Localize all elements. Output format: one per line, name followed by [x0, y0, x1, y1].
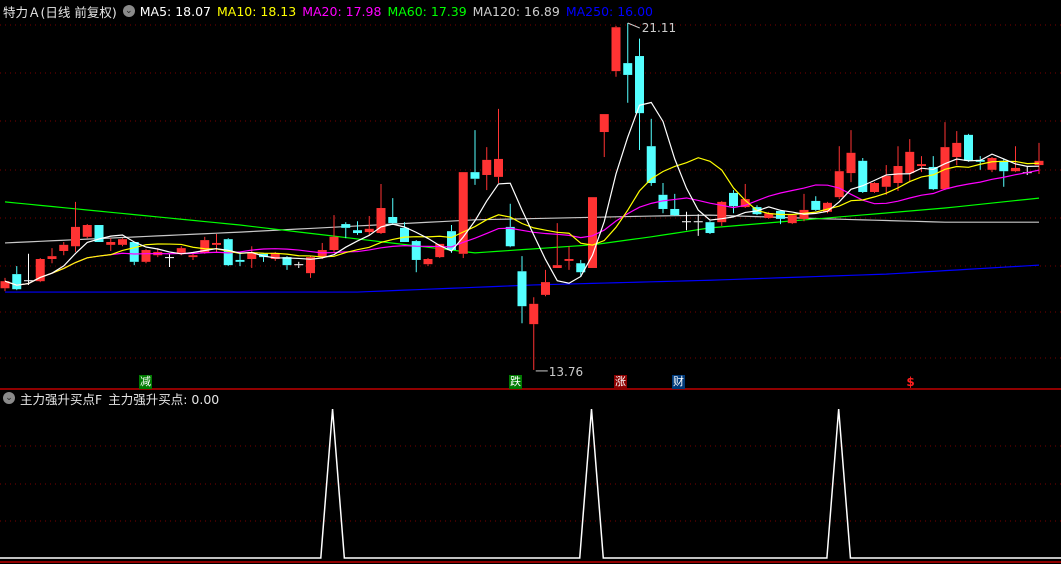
candle-up [987, 157, 997, 170]
candle-up [59, 244, 69, 251]
marker-zhang[interactable]: 涨 [614, 375, 627, 389]
ma-label-250: MA250: 16.00 [565, 3, 653, 19]
candle-down [470, 172, 480, 179]
candle-up [482, 159, 492, 175]
candle-down [388, 216, 398, 224]
candle-up [1011, 167, 1020, 172]
candle-down [729, 192, 738, 207]
candle-up [176, 248, 186, 253]
candle-up [329, 236, 339, 251]
candle-up [846, 152, 856, 174]
candle-down [705, 222, 715, 234]
indicator-name[interactable]: 主力强升买点F [20, 389, 102, 408]
candle-down [693, 221, 703, 223]
indicator-value: 主力强升买点: 0.00 [108, 391, 220, 407]
candle-up [917, 164, 926, 167]
low-price-label: 13.76 [549, 365, 583, 379]
marker-die[interactable]: 跌 [509, 375, 522, 389]
marker-dollar[interactable]: $ [904, 375, 917, 389]
candle-up [494, 158, 503, 177]
candle-down [623, 63, 633, 75]
candle-down [670, 208, 680, 216]
ma120-line [4, 214, 1039, 244]
high-price-label: 21.11 [642, 21, 676, 35]
candle-down [682, 221, 691, 223]
chevron-down-icon[interactable]: ⌄ [3, 392, 15, 404]
candle-up [529, 303, 539, 325]
candle-up [541, 282, 550, 295]
candle-up [423, 259, 433, 265]
main-chart-header: 特力Ａ(日线 前复权) ⌄ MA5: 18.07 MA10: 18.13 MA2… [3, 2, 659, 20]
candle-up [588, 197, 597, 268]
candle-up [118, 239, 127, 245]
indicator-header: ⌄ 主力强升买点F 主力强升买点: 0.00 [3, 389, 220, 408]
candle-down [165, 257, 174, 259]
candle-up [212, 242, 221, 245]
candle-down [353, 230, 362, 234]
ma-label-20: MA20: 17.98 [302, 3, 382, 19]
candle-down [964, 134, 973, 161]
candle-up [834, 171, 844, 198]
stock-title: 特力Ａ(日线 前复权) [3, 4, 117, 20]
candle-up [881, 175, 891, 187]
candle-down [12, 274, 22, 290]
kline-chart[interactable]: 21.11 13.76 [0, 0, 1061, 564]
candle-up [611, 27, 621, 72]
ma60-line [4, 197, 1040, 254]
candle-down [517, 271, 527, 307]
candle-down [811, 200, 821, 210]
candle-up [188, 255, 198, 258]
marker-jian[interactable]: 减 [139, 375, 152, 389]
candle-up [141, 250, 151, 262]
marker-cai[interactable]: 财 [672, 375, 685, 389]
candle-up [552, 265, 562, 268]
candle-up [82, 225, 92, 237]
ma-label-120: MA120: 16.89 [472, 3, 560, 19]
candle-up [905, 151, 915, 174]
candle-up [317, 250, 327, 258]
ma-label-5: MA5: 18.07 [139, 3, 211, 19]
ma-label-10: MA10: 18.13 [217, 3, 297, 19]
candle-up [564, 259, 574, 261]
candle-down [400, 227, 409, 243]
candle-up [599, 114, 609, 133]
candle-down [411, 241, 421, 260]
candle-up [106, 242, 116, 245]
candle-up [71, 226, 80, 247]
candle-down [129, 242, 139, 262]
candle-down [999, 160, 1009, 172]
candle-down [928, 166, 938, 190]
candle-down [505, 226, 515, 247]
high-arrow [627, 22, 640, 29]
candle-down [24, 280, 33, 282]
ma-label-60: MA60: 17.39 [387, 3, 467, 19]
candle-up [364, 228, 374, 233]
chevron-down-icon[interactable]: ⌄ [122, 5, 135, 17]
candle-up [952, 142, 962, 158]
candle-down [341, 224, 351, 228]
candle-up [47, 256, 57, 259]
candle-up [294, 264, 304, 266]
candle-down [235, 259, 245, 262]
candle-up [870, 183, 879, 192]
candle-up [787, 215, 797, 224]
